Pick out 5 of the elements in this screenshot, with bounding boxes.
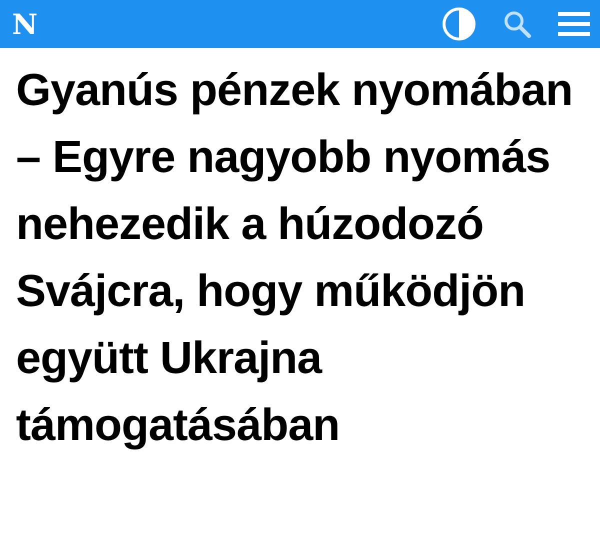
menu-icon[interactable]: [558, 10, 590, 38]
headline: Gyanús pénzek nyomában – Egyre nagyobb nyomás nehezedik a húzodozó Svájcra, hogy működjön együtt Ukrajna támogatásában: [16, 63, 574, 452]
search-icon[interactable]: [502, 9, 532, 39]
contrast-icon[interactable]: [442, 7, 476, 41]
logo[interactable]: N: [12, 8, 416, 40]
